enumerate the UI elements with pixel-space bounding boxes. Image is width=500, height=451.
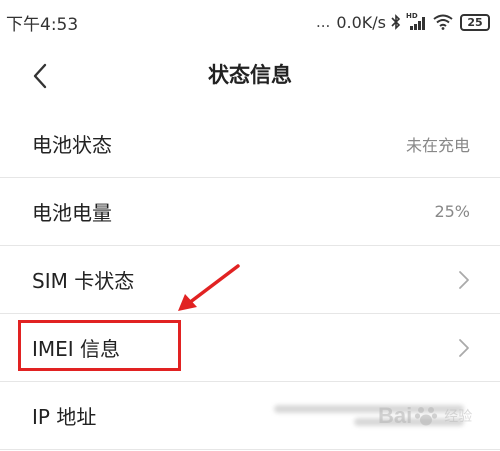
sim-status-row[interactable]: SIM 卡状态 — [0, 246, 500, 314]
status-dots: ... — [316, 13, 331, 31]
row-label: 电池状态 — [32, 133, 112, 157]
watermark-text: Bai — [378, 403, 413, 428]
page-title: 状态信息 — [208, 63, 292, 87]
row-label: 电池电量 — [32, 201, 112, 225]
status-bar: 下午4:53 ... 0.0K/s HD 25 — [0, 0, 500, 44]
chevron-right-icon — [459, 270, 469, 289]
title-bar: 状态信息 — [0, 44, 500, 108]
chevron-right-icon — [459, 338, 469, 357]
battery-status-row[interactable]: 电池状态 未在充电 — [0, 110, 500, 178]
row-label: IP 地址 — [32, 405, 97, 429]
screen: 下午4:53 ... 0.0K/s HD 25 状态信息 电池状态 未在充电 电… — [0, 0, 500, 451]
battery-level-row[interactable]: 电池电量 25% — [0, 178, 500, 246]
row-value: 25% — [434, 202, 470, 221]
chevron-left-icon — [33, 63, 47, 89]
wifi-icon — [433, 14, 453, 30]
highlight-box — [18, 320, 181, 371]
bluetooth-icon — [391, 13, 401, 31]
baidu-watermark: Bai 经验 — [378, 392, 496, 440]
back-button[interactable] — [20, 56, 60, 96]
status-time: 下午4:53 — [6, 14, 79, 35]
watermark-subtext: 经验 — [444, 409, 473, 425]
paw-logo-icon — [415, 407, 438, 426]
battery-icon: 25 — [460, 13, 490, 31]
row-value: 未在充电 — [405, 135, 470, 155]
status-icons: ... 0.0K/s HD 25 — [316, 12, 490, 32]
signal-icon: HD — [406, 12, 428, 31]
network-speed: 0.0K/s — [336, 12, 386, 32]
row-label: SIM 卡状态 — [32, 269, 135, 293]
